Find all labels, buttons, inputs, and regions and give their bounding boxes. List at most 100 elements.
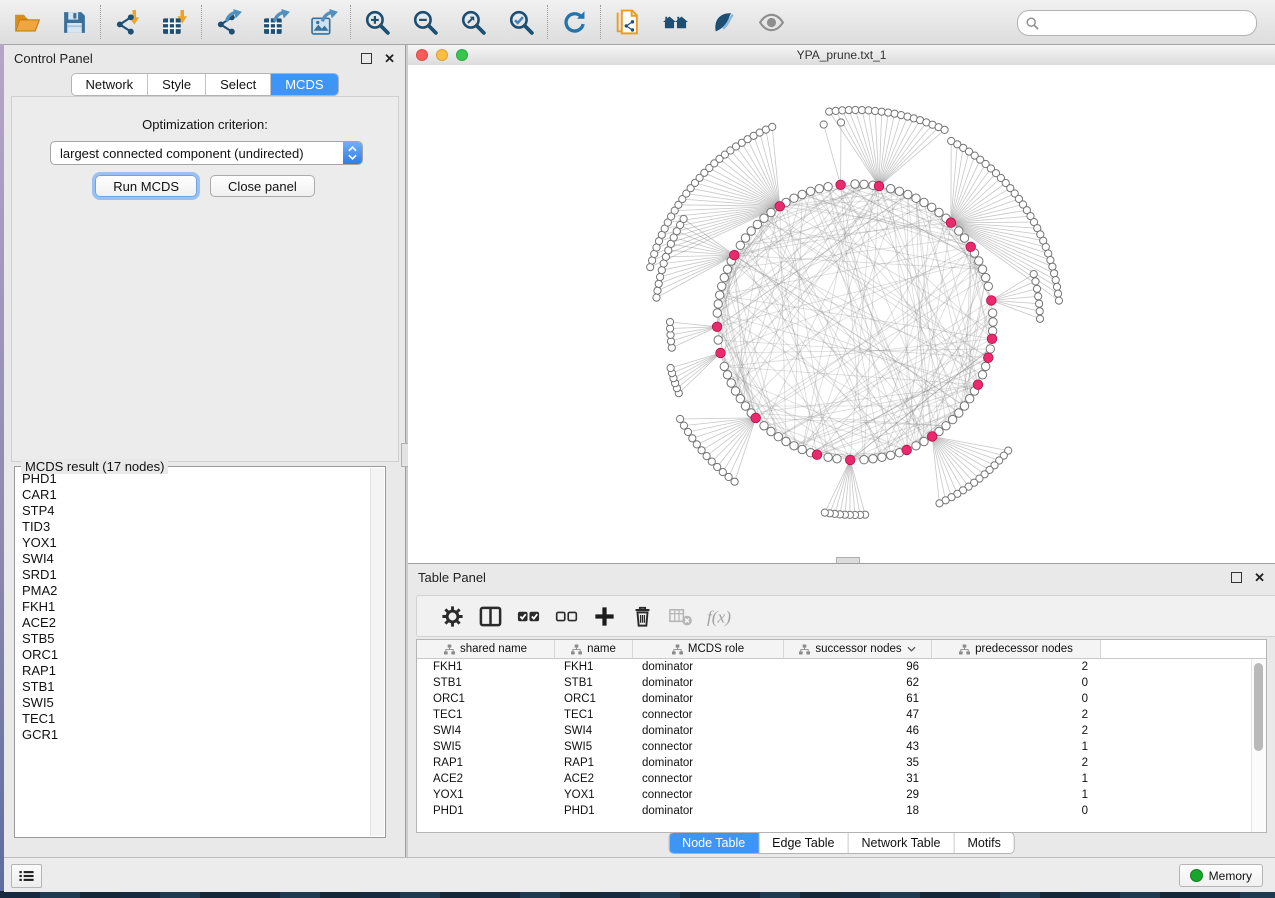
cell-MCDS-role: dominator (633, 677, 784, 689)
mcds-result-item[interactable]: CAR1 (16, 487, 370, 503)
network-window: YPA_prune.txt_1 (408, 45, 1275, 563)
cell-MCDS-role: dominator (633, 805, 784, 817)
tab-node-table[interactable]: Node Table (669, 833, 759, 853)
eye-button[interactable] (754, 5, 788, 39)
table-tabs: Node TableEdge TableNetwork TableMotifs (668, 832, 1015, 854)
cell-name: SWI5 (555, 741, 633, 753)
mcds-result-item[interactable]: STB5 (16, 631, 370, 647)
share-document-button[interactable] (610, 5, 644, 39)
mcds-result-list[interactable]: PHD1CAR1STP4TID3YOX1SWI4SRD1PMA2FKH1ACE2… (16, 471, 370, 836)
column-type-icon (444, 644, 455, 655)
cell-successor-nodes: 31 (784, 773, 932, 785)
mcds-result-item[interactable]: STP4 (16, 503, 370, 519)
deselect-all-columns-icon (554, 604, 579, 629)
table-row[interactable]: PHD1PHD1dominator180 (417, 803, 1266, 819)
import-table-button[interactable] (158, 5, 192, 39)
table-row[interactable]: ORC1ORC1dominator610 (417, 691, 1266, 707)
mcds-result-item[interactable]: SRD1 (16, 567, 370, 583)
settings-gear-icon (440, 604, 465, 629)
table-scrollbar-thumb[interactable] (1254, 663, 1263, 751)
tab-style[interactable]: Style (148, 74, 206, 95)
mcds-result-item[interactable]: ORC1 (16, 647, 370, 663)
float-table-panel-icon[interactable] (1231, 572, 1242, 583)
tab-mcds[interactable]: MCDS (271, 74, 337, 95)
mcds-result-item[interactable]: STB1 (16, 679, 370, 695)
list-menu-icon (18, 867, 35, 885)
tab-select[interactable]: Select (206, 74, 271, 95)
mcds-result-item[interactable]: RAP1 (16, 663, 370, 679)
mcds-result-item[interactable]: ACE2 (16, 615, 370, 631)
cell-name: ACE2 (555, 773, 633, 785)
save-session-button[interactable] (57, 5, 91, 39)
optimization-criterion-select[interactable]: largest connected component (undirected) (50, 141, 363, 165)
zoom-fit-button[interactable] (456, 5, 490, 39)
tab-network-table[interactable]: Network Table (849, 833, 955, 853)
cell-predecessor-nodes: 1 (932, 789, 1101, 801)
close-panel-icon[interactable]: ✕ (384, 54, 395, 63)
table-row[interactable]: STB1STB1dominator620 (417, 675, 1266, 691)
search-input[interactable] (1039, 13, 1256, 33)
deselect-all-columns-button[interactable] (547, 600, 585, 632)
mcds-result-item[interactable]: SWI4 (16, 551, 370, 567)
sort-chevron-icon (907, 646, 916, 652)
zoom-out-button[interactable] (408, 5, 442, 39)
zoom-selected-button[interactable] (504, 5, 538, 39)
mcds-result-item[interactable]: YOX1 (16, 535, 370, 551)
float-panel-icon[interactable] (361, 53, 372, 64)
cell-shared-name: PHD1 (417, 805, 555, 817)
export-table-button[interactable] (259, 5, 293, 39)
tab-edge-table[interactable]: Edge Table (759, 833, 848, 853)
close-table-panel-icon[interactable]: ✕ (1254, 573, 1265, 582)
select-all-columns-button[interactable] (509, 600, 547, 632)
table-row[interactable]: SWI4SWI4dominator462 (417, 723, 1266, 739)
cell-MCDS-role: connector (633, 789, 784, 801)
table-row[interactable]: ACE2ACE2connector311 (417, 771, 1266, 787)
column-header-successor-nodes[interactable]: successor nodes (784, 640, 932, 658)
mcds-result-item[interactable]: PMA2 (16, 583, 370, 599)
mcds-result-item[interactable]: PHD1 (16, 471, 370, 487)
mcds-result-item[interactable]: SWI5 (16, 695, 370, 711)
import-network-button[interactable] (110, 5, 144, 39)
export-network-button[interactable] (211, 5, 245, 39)
table-row[interactable]: FKH1FKH1dominator962 (417, 659, 1266, 675)
zoom-in-button[interactable] (360, 5, 394, 39)
export-image-button[interactable] (307, 5, 341, 39)
table-scrollbar[interactable] (1251, 659, 1266, 832)
mcds-result-item[interactable]: GCR1 (16, 727, 370, 743)
mcds-list-scrollbar[interactable] (370, 468, 384, 836)
close-panel-button[interactable]: Close panel (210, 175, 315, 197)
table-row[interactable]: RAP1RAP1dominator352 (417, 755, 1266, 771)
open-file-button[interactable] (9, 5, 43, 39)
node-table-header: shared namenameMCDS role successor nodes p… (417, 640, 1266, 659)
task-history-button[interactable] (11, 864, 42, 888)
mcds-result-item[interactable]: FKH1 (16, 599, 370, 615)
column-view-button[interactable] (471, 600, 509, 632)
tab-motifs[interactable]: Motifs (954, 833, 1013, 853)
settings-gear-button[interactable] (433, 600, 471, 632)
memory-button[interactable]: Memory (1179, 864, 1263, 887)
table-panel: Table Panel ✕ f(x) shared namenameMCDS r… (408, 563, 1275, 858)
table-row[interactable]: TEC1TEC1connector472 (417, 707, 1266, 723)
add-column-button[interactable] (585, 600, 623, 632)
column-view-icon (478, 604, 503, 629)
home-button[interactable] (658, 5, 692, 39)
cell-shared-name: ACE2 (417, 773, 555, 785)
column-header-MCDS-role[interactable]: MCDS role (633, 640, 784, 658)
search-box[interactable] (1017, 10, 1257, 36)
column-header-predecessor-nodes[interactable]: predecessor nodes (932, 640, 1101, 658)
column-header-name[interactable]: name (555, 640, 633, 658)
column-label: successor nodes (815, 643, 901, 655)
delete-column-button[interactable] (623, 600, 661, 632)
mcds-result-item[interactable]: TID3 (16, 519, 370, 535)
network-canvas[interactable] (408, 65, 1275, 563)
table-row[interactable]: SWI5SWI5connector431 (417, 739, 1266, 755)
run-mcds-button[interactable]: Run MCDS (95, 175, 197, 197)
refresh-button[interactable] (557, 5, 591, 39)
column-header-shared-name[interactable]: shared name (417, 640, 555, 658)
style-button[interactable] (706, 5, 740, 39)
table-row[interactable]: YOX1YOX1connector291 (417, 787, 1266, 803)
tab-network[interactable]: Network (71, 74, 148, 95)
mcds-result-item[interactable]: TEC1 (16, 711, 370, 727)
cell-shared-name: SWI5 (417, 741, 555, 753)
select-all-columns-icon (516, 604, 541, 629)
